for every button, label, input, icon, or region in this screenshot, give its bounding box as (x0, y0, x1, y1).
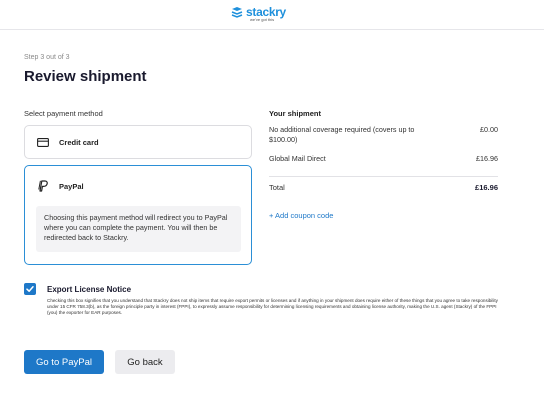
export-license-checkbox[interactable] (24, 283, 36, 295)
paypal-redirect-notice: Choosing this payment method will redire… (36, 206, 241, 252)
shipment-row-amount: £16.96 (476, 154, 498, 163)
checkmark-icon (26, 286, 34, 292)
shipment-row: No additional coverage required (covers … (269, 125, 498, 145)
export-license-title: Export License Notice (47, 285, 132, 294)
shipment-row-description: Global Mail Direct (269, 154, 326, 163)
paypal-icon (38, 180, 48, 192)
payment-option-credit-card[interactable]: Credit card (24, 125, 252, 159)
payment-option-paypal[interactable]: PayPal Choosing this payment method will… (24, 165, 252, 265)
export-license-text: Checking this box signifies that you und… (47, 298, 498, 316)
summary-divider (269, 176, 498, 177)
credit-card-icon (37, 137, 49, 147)
top-bar: stackry we've got this (0, 0, 544, 30)
go-to-paypal-button[interactable]: Go to PayPal (24, 350, 104, 374)
credit-card-label: Credit card (59, 137, 99, 147)
add-coupon-link[interactable]: + Add coupon code (269, 211, 333, 220)
shipment-row-amount: £0.00 (480, 125, 498, 134)
stackry-logo[interactable]: stackry we've got this (231, 6, 286, 22)
page-title: Review shipment (24, 68, 147, 85)
step-indicator: Step 3 out of 3 (24, 54, 70, 61)
payment-method-label: Select payment method (24, 109, 103, 118)
shipment-row: Global Mail Direct £16.96 (269, 154, 498, 164)
shipment-summary-title: Your shipment (269, 109, 321, 118)
total-amount: £16.96 (475, 183, 498, 192)
paypal-label: PayPal (59, 181, 84, 191)
go-back-button[interactable]: Go back (115, 350, 175, 374)
shipment-row-description: No additional coverage required (covers … (269, 125, 415, 144)
stackry-logo-icon (231, 7, 243, 18)
total-label: Total (269, 183, 285, 192)
